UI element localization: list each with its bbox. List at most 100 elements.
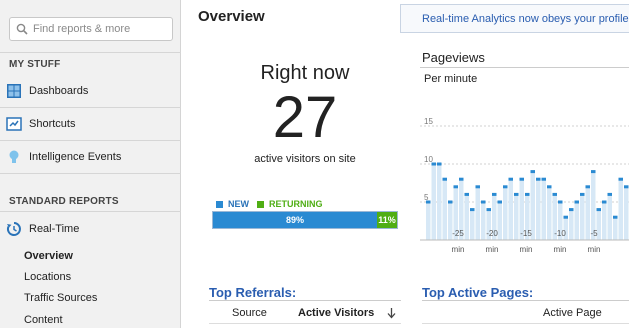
x-tick-unit: min <box>520 245 533 254</box>
pageview-mark <box>618 177 623 181</box>
sidebar-item-label: Real-Time <box>29 222 80 235</box>
pageview-mark <box>475 185 480 189</box>
right-now-title: Right now <box>260 62 350 84</box>
pageview-bar <box>602 202 607 240</box>
x-tick-unit: min <box>554 245 567 254</box>
pageview-bar <box>607 194 612 240</box>
sidebar-item-shortcuts[interactable]: Shortcuts <box>0 107 181 140</box>
pageview-mark <box>431 162 436 166</box>
visitor-split-bar: 89% 11% <box>212 211 398 229</box>
standard-reports-header: STANDARD REPORTS <box>9 196 119 207</box>
pageview-mark <box>442 177 447 181</box>
pageview-bar <box>514 194 519 240</box>
pageview-bar <box>431 164 436 240</box>
legend-returning: RETURNING <box>269 199 323 209</box>
x-tick-label: -10 <box>554 229 566 238</box>
pageview-bar <box>569 209 574 240</box>
notice-banner: Real-time Analytics now obeys your profi… <box>400 4 629 33</box>
pageview-mark <box>508 177 513 181</box>
search-box[interactable] <box>9 17 173 41</box>
pageview-bar <box>580 194 585 240</box>
pageview-mark <box>437 162 442 166</box>
pageview-bar <box>481 202 486 240</box>
pageview-mark <box>464 192 469 196</box>
pageview-bar <box>464 194 469 240</box>
pageview-mark <box>585 185 590 189</box>
column-header-active-page[interactable]: Active Page <box>543 307 602 319</box>
pageview-mark <box>624 185 629 189</box>
pageview-bar <box>497 202 502 240</box>
sidebar: MY STUFF Dashboards Shortcuts Intelligen… <box>0 0 181 328</box>
x-tick-label: -15 <box>520 229 532 238</box>
my-stuff-header: MY STUFF <box>9 59 61 70</box>
sidebar-item-intelligence-events[interactable]: Intelligence Events <box>0 140 181 173</box>
sidebar-sub-traffic-sources[interactable]: Traffic Sources <box>24 292 97 304</box>
sidebar-item-real-time[interactable]: Real-Time <box>0 212 181 245</box>
pageview-mark <box>591 170 596 174</box>
dashboard-icon <box>7 83 21 98</box>
pageview-bar <box>437 164 442 240</box>
sort-down-arrow-icon[interactable] <box>387 308 396 319</box>
top-active-pages-header: Active Page <box>422 300 629 324</box>
pageview-bar <box>574 202 579 240</box>
x-tick-label: -25 <box>452 229 464 238</box>
right-now-panel: Right now 27 active visitors on site <box>210 62 400 165</box>
pageview-bar <box>541 179 546 240</box>
visitor-legend: NEW RETURNING <box>216 199 323 209</box>
x-tick-label: -20 <box>486 229 498 238</box>
pageview-mark <box>569 208 574 212</box>
sidebar-sub-overview[interactable]: Overview <box>24 250 73 262</box>
new-swatch <box>216 200 223 208</box>
sidebar-item-label: Shortcuts <box>29 117 76 130</box>
pageview-bar <box>442 179 447 240</box>
active-visitors-label: active visitors on site <box>254 153 356 165</box>
pageviews-chart-svg: Per minute15105-25min-20min-15min-10min-… <box>420 73 629 254</box>
pageview-mark <box>607 192 612 196</box>
column-header-active-visitors[interactable]: Active Visitors <box>298 307 374 319</box>
pageview-bar <box>624 186 629 240</box>
pageview-mark <box>525 192 530 196</box>
divider <box>0 52 181 53</box>
pageview-mark <box>470 208 475 212</box>
returning-visitors-segment: 11% <box>377 212 397 228</box>
pageview-mark <box>519 177 524 181</box>
pageview-mark <box>574 200 579 204</box>
top-referrals-title: Top Referrals: <box>209 285 297 300</box>
pageview-bar <box>508 179 513 240</box>
pageview-mark <box>563 215 568 219</box>
sidebar-item-dashboards[interactable]: Dashboards <box>0 74 181 107</box>
pageview-bar <box>585 186 590 240</box>
sidebar-sub-locations[interactable]: Locations <box>24 271 71 283</box>
pageview-mark <box>453 185 458 189</box>
chart-subtitle: Per minute <box>424 73 477 85</box>
shortcut-icon <box>6 116 22 131</box>
pageview-bar <box>503 186 508 240</box>
pageview-mark <box>580 192 585 196</box>
pageview-mark <box>536 177 541 181</box>
pageview-mark <box>558 200 563 204</box>
sidebar-sub-content[interactable]: Content <box>24 314 63 326</box>
pageview-mark <box>541 177 546 181</box>
x-tick-label: -5 <box>590 229 598 238</box>
divider <box>0 173 181 174</box>
x-tick-unit: min <box>588 245 601 254</box>
top-active-pages-title: Top Active Pages: <box>422 285 534 300</box>
y-tick-label: 15 <box>424 117 433 126</box>
sidebar-item-label: Intelligence Events <box>29 150 122 163</box>
pageview-mark <box>547 185 552 189</box>
clock-icon <box>6 221 21 236</box>
search-input[interactable] <box>33 21 169 37</box>
pageview-mark <box>514 192 519 196</box>
active-visitor-count: 27 <box>272 85 338 150</box>
pageview-mark <box>426 200 431 204</box>
returning-swatch <box>257 200 264 208</box>
page-title: Overview <box>198 8 265 25</box>
pageview-mark <box>497 200 502 204</box>
pageview-mark <box>486 208 491 212</box>
pageview-mark <box>503 185 508 189</box>
pageview-mark <box>552 192 557 196</box>
column-header-source[interactable]: Source <box>232 307 267 319</box>
pageview-mark <box>596 208 601 212</box>
x-tick-unit: min <box>452 245 465 254</box>
pageview-bar <box>475 186 480 240</box>
